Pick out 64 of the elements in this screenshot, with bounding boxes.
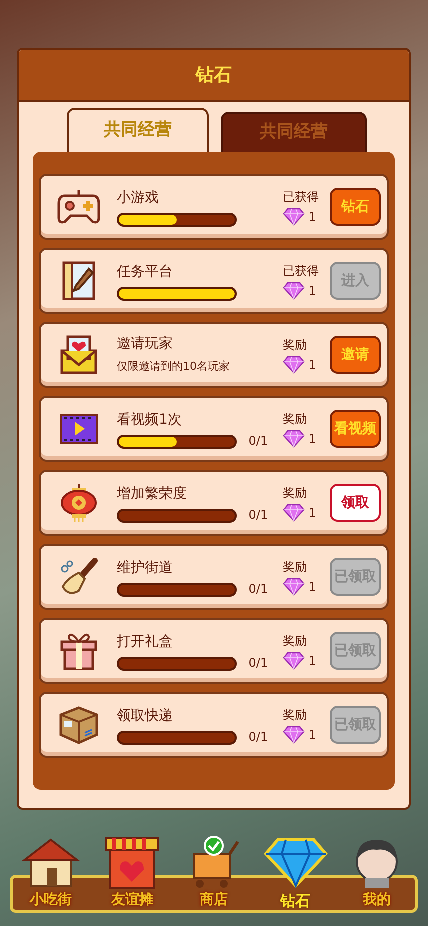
task-title: 任务平台 — [117, 262, 174, 282]
gift-icon — [59, 631, 99, 671]
nav-label: 钻石 — [280, 891, 311, 912]
reward-label: 奖励 — [282, 337, 307, 354]
task-title: 小游戏 — [117, 188, 160, 208]
task-title: 领取快递 — [117, 706, 174, 726]
reward-label: 已获得 — [282, 189, 319, 206]
reward-count: 1 — [308, 431, 317, 448]
task-title: 邀请玩家 — [117, 335, 174, 354]
task-button[interactable]: 钻石 — [330, 188, 382, 226]
diamond-icon — [282, 726, 305, 744]
reward-label: 奖励 — [282, 707, 307, 724]
task-button[interactable]: 看视频 — [330, 410, 382, 448]
diamond-icon — [282, 652, 305, 670]
reward-count: 1 — [308, 357, 317, 374]
gamepad-icon — [57, 188, 101, 226]
progress-count: 0/1 — [248, 656, 268, 670]
diamond-icon — [282, 430, 305, 448]
reward-count: 1 — [308, 209, 317, 226]
reward-count: 1 — [308, 505, 317, 522]
nav-label: 商店 — [200, 890, 228, 910]
diamond-icon — [282, 208, 305, 226]
task-button[interactable]: 领取 — [330, 484, 382, 522]
nav-label: 我的 — [363, 891, 392, 910]
nav-label: 友谊摊 — [111, 891, 154, 910]
film-icon — [60, 414, 98, 444]
reward-label: 奖励 — [282, 633, 307, 650]
reward-count: 1 — [308, 283, 317, 300]
nav-item[interactable]: 钻石 — [258, 838, 334, 912]
tab[interactable]: 共同经营 — [221, 112, 367, 152]
reward-count: 1 — [308, 653, 317, 670]
reward-label: 奖励 — [282, 485, 307, 502]
panel-title: 钻石 — [196, 64, 232, 88]
progress-count: 0/1 — [248, 582, 268, 596]
box-icon — [57, 705, 101, 745]
diamond-icon — [264, 838, 328, 890]
broom-icon — [59, 557, 99, 597]
envelope-icon — [59, 335, 99, 375]
reward-label: 已获得 — [282, 263, 319, 280]
notebook-icon — [61, 261, 97, 301]
nav-label: 小吃街 — [30, 891, 72, 910]
task-description: 仅限邀请到的10名玩家 — [117, 359, 231, 376]
reward-label: 奖励 — [282, 559, 307, 576]
progress-count: 0/1 — [248, 730, 268, 744]
diamond-icon — [282, 504, 305, 522]
nav-item[interactable]: 我的 — [339, 838, 416, 912]
diamond-icon — [282, 578, 305, 596]
nav-item[interactable]: 友谊摊 — [94, 838, 170, 912]
task-title: 看视频1次 — [117, 410, 183, 430]
task-title: 打开礼盒 — [117, 632, 174, 652]
progress-count: 0/1 — [248, 434, 268, 448]
reward-count: 1 — [308, 727, 317, 744]
tab[interactable]: 共同经营 — [67, 108, 209, 152]
reward-count: 1 — [308, 579, 317, 596]
reward-label: 奖励 — [282, 411, 307, 428]
progress-count: 0/1 — [248, 508, 268, 522]
nav-item[interactable]: 小吃街 — [12, 838, 89, 912]
task-title: 维护街道 — [117, 558, 174, 578]
task-title: 增加繁荣度 — [117, 484, 188, 504]
diamond-icon — [282, 282, 305, 300]
nav-item[interactable]: 商店 — [176, 838, 252, 912]
lantern-icon — [60, 483, 98, 523]
task-button[interactable]: 邀请 — [330, 336, 382, 374]
diamond-icon — [282, 356, 305, 374]
